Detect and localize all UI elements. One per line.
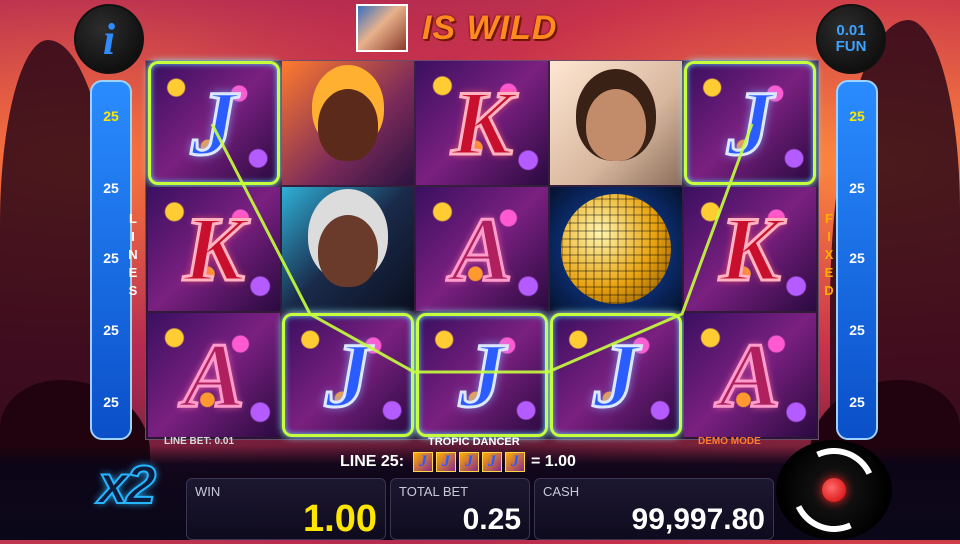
dancer-female-portrait [282, 61, 414, 185]
reel-symbol-k: K [684, 187, 816, 311]
line-win-symbol-icon: J [459, 452, 480, 472]
symbol-letter: J [324, 324, 373, 426]
symbol-letter: K [450, 72, 514, 174]
line-win-symbol-icon: J [505, 452, 526, 472]
total-bet-display[interactable]: TOTAL BET 0.25 [390, 478, 530, 540]
cash-value: 99,997.80 [631, 503, 765, 536]
line-value[interactable]: 25 [92, 108, 130, 124]
symbol-letter: K [182, 198, 246, 300]
line-win-symbol-icon: J [436, 452, 457, 472]
info-icon: i [102, 14, 116, 64]
reel-symbol-j: J [282, 313, 414, 437]
wild-symbol-portrait [356, 4, 408, 52]
spin-core-icon [822, 478, 846, 502]
info-button[interactable]: i [74, 4, 144, 74]
line-win-summary: LINE 25: JJJJJ = 1.00 [340, 452, 576, 472]
denomination-button[interactable]: 0.01 FUN [816, 4, 886, 74]
symbol-letter: J [190, 72, 239, 174]
line-win-amount: = 1.00 [531, 453, 576, 470]
reel-symbol-j: J [550, 313, 682, 437]
dancer-male-portrait [550, 61, 682, 185]
win-value: 1.00 [303, 498, 377, 540]
total-bet-value: 0.25 [462, 503, 521, 536]
reel-symbol-singer [282, 187, 414, 311]
lines-panel: 25 25 25 25 25 [90, 80, 132, 440]
reel-symbol-k: K [148, 187, 280, 311]
reel-symbol-k: K [416, 61, 548, 185]
reel-symbol-dancer-male [550, 61, 682, 185]
total-bet-label: TOTAL BET [399, 484, 469, 499]
cash-display: CASH 99,997.80 [534, 478, 774, 540]
reel-symbol-j: J [684, 61, 816, 185]
symbol-letter: A [450, 198, 514, 300]
denomination-value: 0.01 [836, 22, 866, 39]
portrait-head [318, 215, 378, 287]
symbol-letter: A [182, 324, 246, 426]
reel-symbol-disco-ball [550, 187, 682, 311]
spin-arrows-icon [780, 436, 888, 544]
cash-label: CASH [543, 484, 580, 499]
reel-grid: JKAJKAJJJKA [145, 60, 819, 440]
portrait-head [318, 89, 378, 161]
line-win-label: LINE 25: [340, 453, 405, 470]
symbol-letter: J [726, 72, 775, 174]
reel-symbol-dancer-female [282, 61, 414, 185]
symbol-letter: J [592, 324, 641, 426]
reel-symbol-a: A [148, 313, 280, 437]
reel-symbol-a: A [416, 187, 548, 311]
lines-label: LINES [128, 211, 138, 298]
fixed-value: 25 [849, 108, 865, 124]
win-label: WIN [195, 484, 221, 499]
wild-banner: IS WILD [356, 4, 557, 52]
symbol-letter: J [458, 324, 507, 426]
fixed-value: 25 [849, 180, 865, 196]
fixed-value: 25 [849, 394, 865, 410]
reel-symbol-j: J [148, 61, 280, 185]
line-value[interactable]: 25 [92, 394, 130, 410]
disco-ball-icon [561, 194, 671, 304]
symbol-letter: K [718, 198, 782, 300]
game-title: TROPIC DANCER [428, 436, 520, 448]
line-value[interactable]: 25 [92, 180, 130, 196]
symbol-letter: A [718, 324, 782, 426]
line-win-symbols: JJJJJ [410, 452, 526, 472]
denomination-unit: FUN [835, 38, 867, 55]
fixed-panel: 25 25 25 25 25 [836, 80, 878, 440]
fixed-label: FIXED [824, 211, 834, 298]
singer-portrait [282, 187, 414, 311]
multiplier-indicator: x2 [97, 454, 157, 516]
line-win-symbol-icon: J [413, 452, 434, 472]
fixed-value: 25 [849, 322, 865, 338]
fixed-value: 25 [849, 250, 865, 266]
portrait-head [586, 89, 646, 161]
line-value[interactable]: 25 [92, 322, 130, 338]
line-value[interactable]: 25 [92, 250, 130, 266]
win-display: WIN 1.00 [186, 478, 386, 540]
wild-banner-text: IS WILD [422, 8, 558, 47]
spin-button[interactable] [776, 436, 892, 544]
reel-symbol-j: J [416, 313, 548, 437]
reel-symbol-a: A [684, 313, 816, 437]
line-win-symbol-icon: J [482, 452, 503, 472]
